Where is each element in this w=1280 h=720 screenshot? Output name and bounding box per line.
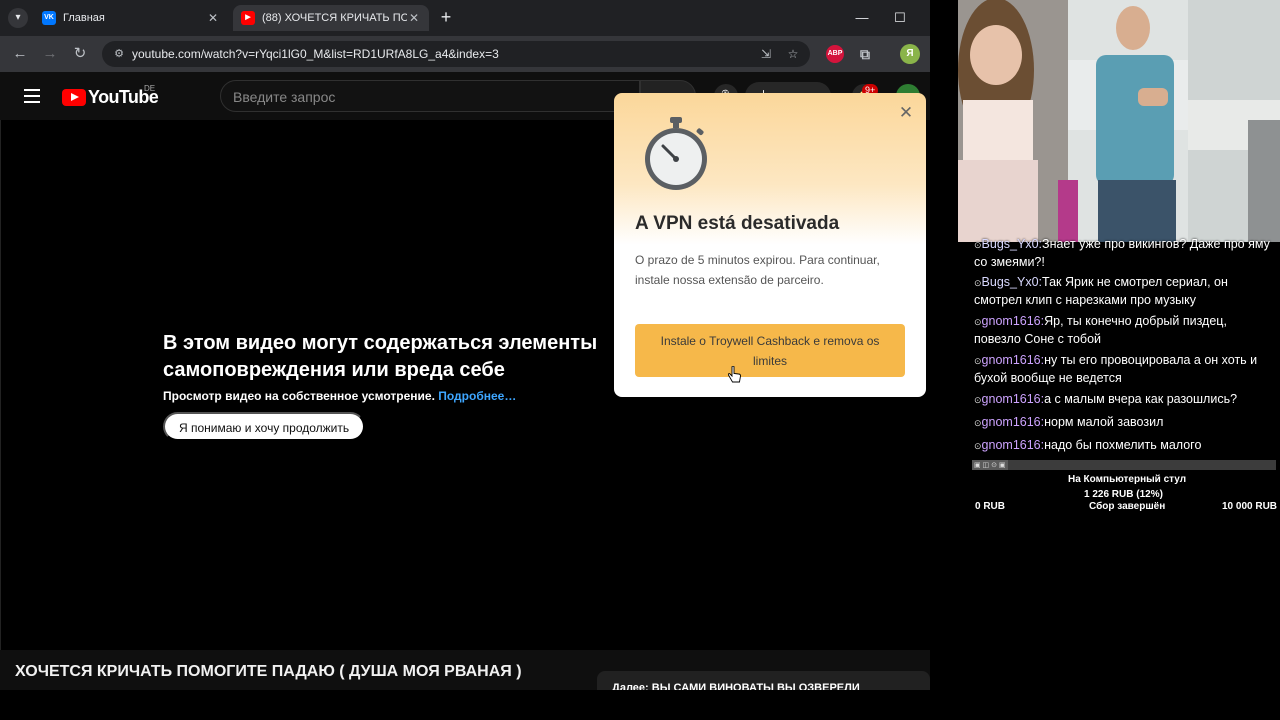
content-warning-subtitle: Просмотр видео на собственное усмотрение… [163,389,516,403]
chat-message: ⊙gnom1616:норм малой завозил [974,414,1274,432]
donation-goal-min: 0 RUB [975,501,1006,512]
chat-badge-icon: ⊙ [974,356,982,366]
chat-message: ⊙gnom1616:Яр, ты конечно добрый пиздец, … [974,313,1274,348]
chat-badge-icon: ⊙ [974,278,982,288]
reload-icon[interactable]: ↻ [70,44,90,64]
back-arrow-icon[interactable]: ← [10,44,30,64]
chat-nick: Bugs_Yx0: [981,237,1043,251]
warning-subtitle-text: Просмотр видео на собственное усмотрение… [163,389,435,403]
chat-message: ⊙Bugs_Yx0:Так Ярик не смотрел сериал, он… [974,274,1274,309]
address-bar[interactable]: ⚙ youtube.com/watch?v=rYqci1lG0_M&list=R… [102,41,810,67]
chat-badge-icon: ⊙ [974,441,982,451]
hand-cursor-icon [728,366,741,383]
vk-icon: VK [42,11,56,25]
donation-goal-title: На Компьютерный стул [1068,474,1187,485]
chat-text: надо бы похмелить малого [1044,438,1202,452]
menu-icon[interactable] [24,89,40,103]
search-box [220,80,640,112]
tab-title: (88) ХОЧЕТСЯ КРИЧАТЬ ПОМОГИТЕ [262,12,407,24]
video-title: ХОЧЕТСЯ КРИЧАТЬ ПОМОГИТЕ ПАДАЮ ( ДУША МО… [15,663,522,680]
search-input[interactable] [233,87,613,107]
install-app-icon[interactable]: ⇲ [758,46,774,62]
install-extension-button[interactable]: Instale o Troywell Cashback e remova os … [635,324,905,377]
chat-badge-icon: ⊙ [974,395,982,405]
close-icon[interactable]: ✕ [898,104,914,121]
donation-goal-status: Сбор завершён [1089,501,1166,512]
chat-nick: gnom1616: [981,314,1045,328]
tab-youtube-video[interactable]: ▶ (88) ХОЧЕТСЯ КРИЧАТЬ ПОМОГИТЕ ✕ [233,5,429,31]
chat-badge-icon: ⊙ [974,418,982,428]
site-info-icon[interactable]: ⚙ [111,46,127,62]
new-tab-button[interactable]: + [436,8,456,28]
chat-nick: Bugs_Yx0: [981,275,1043,289]
url-text: youtube.com/watch?v=rYqci1lG0_M&list=RD1… [132,47,499,61]
chat-text: норм малой завозил [1044,415,1164,429]
chat-message: ⊙gnom1616:надо бы похмелить малого [974,437,1274,455]
goal-platform-icons: ▣ ◫ ⊙ ▣ [974,462,1006,469]
youtube-icon: ▶ [241,11,255,25]
tab-search-chevron-icon[interactable]: ▾ [8,8,28,28]
extensions-puzzle-icon[interactable]: ⧉ [856,45,874,63]
bookmark-star-icon[interactable]: ☆ [785,46,801,62]
minimize-icon[interactable]: — [852,8,872,28]
country-code: DE [144,84,156,93]
forward-arrow-icon[interactable]: → [40,44,60,64]
chat-badge-icon: ⊙ [974,240,982,250]
chat-nick: gnom1616: [981,415,1045,429]
donation-goal-bar: ▣ ◫ ⊙ ▣ [972,460,1276,470]
adblock-extension-icon[interactable]: ABP [826,45,844,63]
webcam-feed [958,0,1280,242]
maximize-icon[interactable]: ☐ [890,8,910,28]
donation-goal-current: 1 226 RUB (12%) [1084,489,1163,500]
chat-nick: gnom1616: [981,438,1045,452]
playlist-header: Далее: ВЫ САМИ ВИНОВАТЫ ВЫ ОЗВЕРЕЛИ [612,682,860,690]
vpn-popup-title: A VPN está desativada [635,213,840,234]
tab-vk-home[interactable]: VK Главная ✕ [34,5,228,31]
chat-message: ⊙Bugs_Yx0:Знает уже про викингов? Даже п… [974,236,1274,271]
stopwatch-icon [645,117,707,190]
playlist-panel[interactable]: Далее: ВЫ САМИ ВИНОВАТЫ ВЫ ОЗВЕРЕЛИ [597,671,930,690]
chat-badge-icon: ⊙ [974,317,982,327]
learn-more-link[interactable]: Подробнее… [438,389,516,403]
profile-avatar[interactable]: Я [900,44,920,64]
continue-button[interactable]: Я понимаю и хочу продолжить [163,412,366,441]
tab-close-icon[interactable]: ✕ [206,11,220,25]
youtube-play-logo-icon [62,88,86,106]
chat-message: ⊙gnom1616:ну ты его провоцировала а он х… [974,352,1274,387]
browser-window: ▾ VK Главная ✕ ▶ (88) ХОЧЕТСЯ КРИЧАТЬ ПО… [0,0,930,690]
vpn-popup: ✕ A VPN está desativada O prazo de 5 min… [614,93,926,397]
chat-message: ⊙gnom1616:а с малым вчера как разошлись? [974,391,1274,409]
youtube-logo[interactable]: YouTube DE [62,84,159,107]
tab-title: Главная [63,12,105,24]
chat-text: а с малым вчера как разошлись? [1044,392,1238,406]
vpn-popup-body: O prazo de 5 minutos expirou. Para conti… [635,253,880,287]
chat-nick: gnom1616: [981,353,1045,367]
tab-close-icon[interactable]: ✕ [407,11,421,25]
donation-goal-max: 10 000 RUB [1222,501,1278,512]
browser-toolbar: ← → ↻ ⚙ youtube.com/watch?v=rYqci1lG0_M&… [0,36,930,72]
chat-nick: gnom1616: [981,392,1045,406]
tab-strip: ▾ VK Главная ✕ ▶ (88) ХОЧЕТСЯ КРИЧАТЬ ПО… [0,0,930,36]
